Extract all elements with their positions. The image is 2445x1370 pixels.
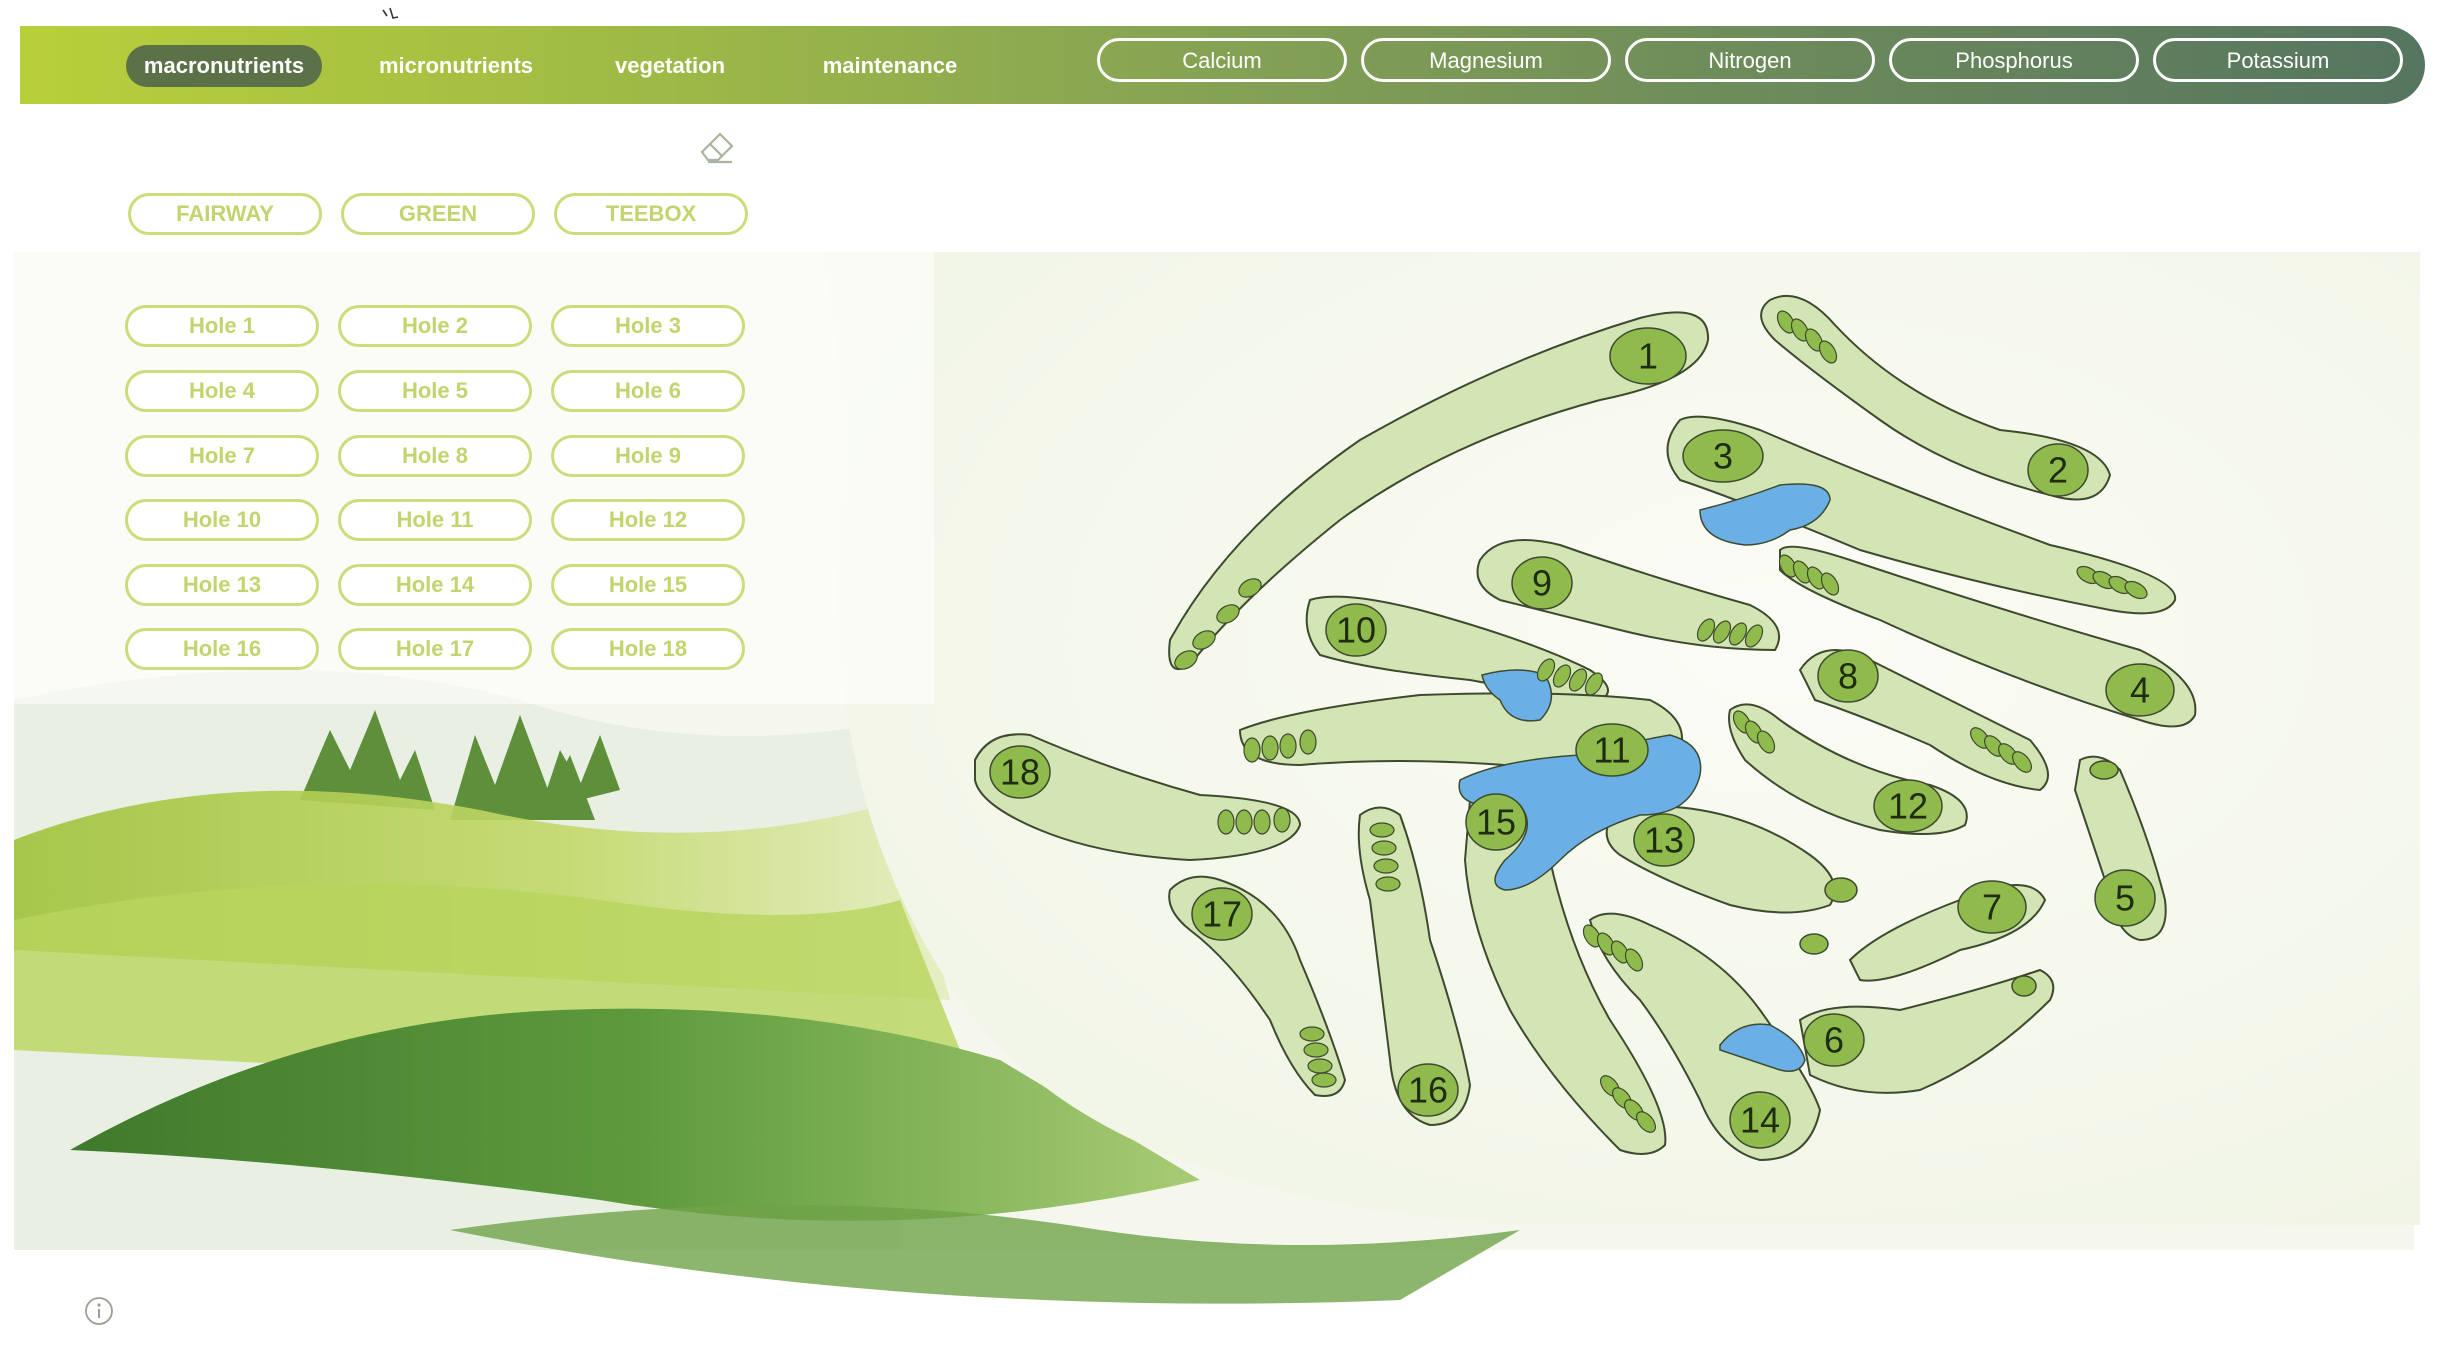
magnesium-button[interactable]: Magnesium <box>1361 38 1611 82</box>
hole-label-15: 15 <box>1476 802 1516 843</box>
filter-hole-10[interactable]: Hole 10 <box>125 499 319 541</box>
hole-label-13: 13 <box>1644 820 1684 861</box>
hole-label-2: 2 <box>2048 450 2068 491</box>
filter-hole-11[interactable]: Hole 11 <box>338 499 532 541</box>
top-nav-bar: macronutrients micronutrients vegetation… <box>20 26 2425 104</box>
hole-label-6: 6 <box>1824 1020 1844 1061</box>
filter-hole-1[interactable]: Hole 1 <box>125 305 319 347</box>
hole-label-10: 10 <box>1336 610 1376 651</box>
hole-label-17: 17 <box>1202 894 1242 935</box>
hole-label-5: 5 <box>2115 878 2135 919</box>
filter-hole-3[interactable]: Hole 3 <box>551 305 745 347</box>
hole-label-18: 18 <box>1000 752 1040 793</box>
hole-label-8: 8 <box>1838 656 1858 697</box>
hole-label-14: 14 <box>1740 1100 1780 1141</box>
filter-hole-6[interactable]: Hole 6 <box>551 370 745 412</box>
filter-hole-16[interactable]: Hole 16 <box>125 628 319 670</box>
tab-micronutrients[interactable]: micronutrients <box>346 45 566 87</box>
potassium-button[interactable]: Potassium <box>2153 38 2403 82</box>
hole-label-11: 11 <box>1593 730 1630 771</box>
eraser-icon[interactable] <box>696 124 740 168</box>
hole-label-4: 4 <box>2130 670 2150 711</box>
filter-hole-14[interactable]: Hole 14 <box>338 564 532 606</box>
filter-hole-8[interactable]: Hole 8 <box>338 435 532 477</box>
hole-label-16: 16 <box>1408 1070 1448 1111</box>
tab-macronutrients[interactable]: macronutrients <box>126 45 322 87</box>
cursor-marker <box>382 7 399 19</box>
hole-label-1: 1 <box>1638 336 1658 377</box>
filter-hole-5[interactable]: Hole 5 <box>338 370 532 412</box>
filter-hole-7[interactable]: Hole 7 <box>125 435 319 477</box>
filter-hole-4[interactable]: Hole 4 <box>125 370 319 412</box>
calcium-button[interactable]: Calcium <box>1097 38 1347 82</box>
filter-hole-2[interactable]: Hole 2 <box>338 305 532 347</box>
filter-green[interactable]: GREEN <box>341 193 535 235</box>
phosphorus-button[interactable]: Phosphorus <box>1889 38 2139 82</box>
filter-hole-13[interactable]: Hole 13 <box>125 564 319 606</box>
dashboard: 1 2 3 4 5 6 7 8 9 10 11 12 13 14 15 16 1… <box>0 0 2445 1370</box>
info-icon[interactable] <box>84 1296 114 1326</box>
hole-label-3: 3 <box>1713 436 1733 477</box>
hole-label-9: 9 <box>1532 563 1552 604</box>
filter-hole-15[interactable]: Hole 15 <box>551 564 745 606</box>
nitrogen-button[interactable]: Nitrogen <box>1625 38 1875 82</box>
filter-hole-12[interactable]: Hole 12 <box>551 499 745 541</box>
filter-hole-9[interactable]: Hole 9 <box>551 435 745 477</box>
filter-fairway[interactable]: FAIRWAY <box>128 193 322 235</box>
hole-label-7: 7 <box>1982 887 2002 928</box>
tab-maintenance[interactable]: maintenance <box>780 45 1000 87</box>
hole-label-12: 12 <box>1888 786 1928 827</box>
filter-teebox[interactable]: TEEBOX <box>554 193 748 235</box>
filter-hole-18[interactable]: Hole 18 <box>551 628 745 670</box>
filter-hole-17[interactable]: Hole 17 <box>338 628 532 670</box>
tab-vegetation[interactable]: vegetation <box>580 45 760 87</box>
